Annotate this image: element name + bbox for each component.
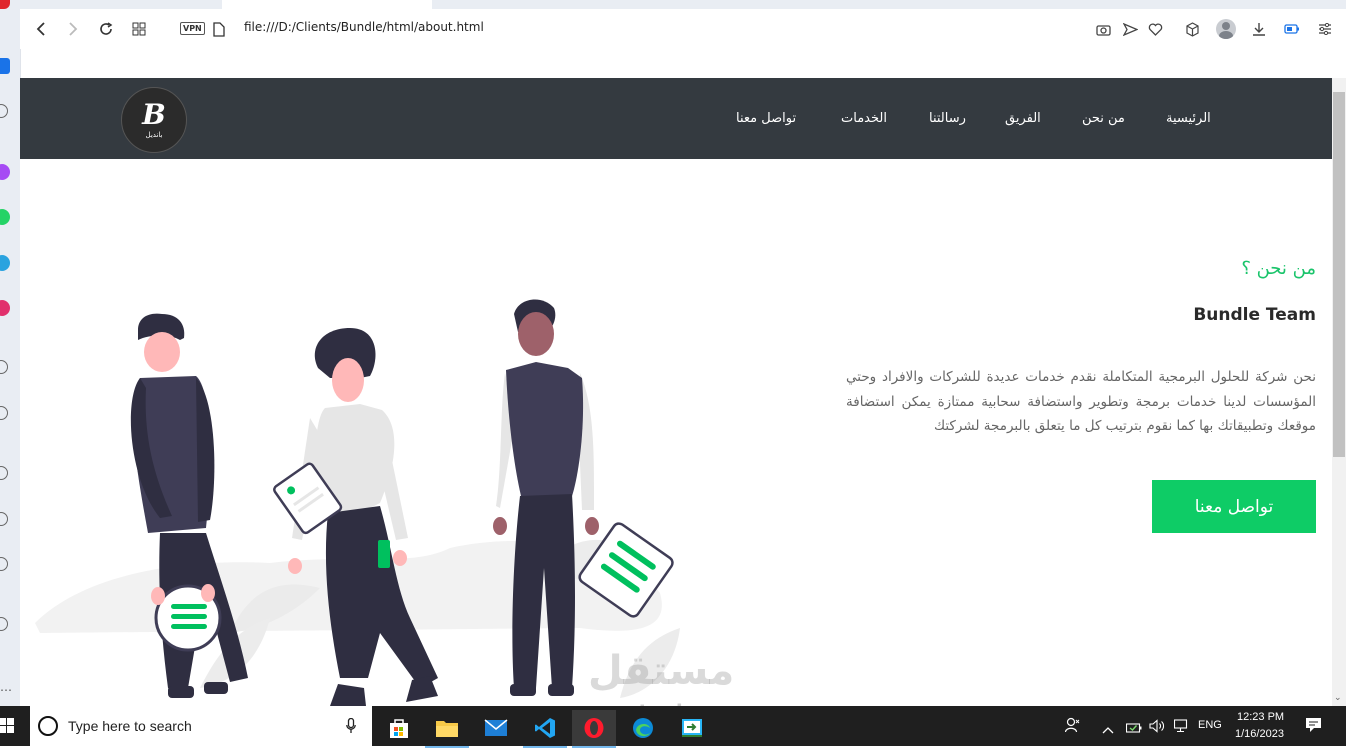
back-icon[interactable] [30,18,52,40]
network-icon[interactable] [1173,718,1190,737]
scroll-down-arrow-icon[interactable]: ⌄ [1334,693,1342,703]
tabs-grid-icon[interactable] [128,18,150,40]
messenger-icon[interactable] [0,164,10,180]
camera-icon[interactable] [1092,18,1114,40]
edge-browser-icon[interactable] [621,710,665,746]
about-description: نحن شركة للحلول البرمجية المتكاملة نقدم … [846,369,1316,434]
vscode-icon[interactable] [523,710,567,748]
man-left-figure [130,313,248,698]
volume-icon[interactable] [1149,718,1165,737]
nav-link-services[interactable]: الخدمات [841,111,887,126]
mail-icon[interactable] [474,710,518,746]
logo-letter: B [142,97,166,131]
battery-saver-icon[interactable] [1281,18,1303,40]
home-icon[interactable] [0,58,10,74]
about-subtitle: من نحن ؟ [1241,258,1316,279]
whatsapp-icon[interactable] [0,209,10,225]
profile-avatar[interactable] [1215,18,1237,40]
scrollbar-thumb[interactable] [1333,92,1345,457]
browser-sidebar: … [0,0,21,706]
nav-link-mission[interactable]: رسالتنا [929,111,966,126]
taskbar-search-placeholder: Type here to search [68,718,192,734]
team-illustration [35,299,680,706]
heart-icon[interactable] [1144,18,1166,40]
taskbar-search-box[interactable]: Type here to search [30,706,372,746]
easy-setup-icon[interactable] [1314,18,1336,40]
contact-us-button[interactable]: تواصل معنا [1152,480,1316,533]
input-language[interactable]: ENG [1198,719,1222,731]
web-page: B بانديل الرئيسية من نحن الفريق رسالتنا … [20,78,1332,706]
logo-text: بانديل [145,130,163,139]
show-hidden-icons-chevron-icon[interactable] [1102,719,1114,738]
player-icon[interactable] [0,360,8,374]
site-navbar: B بانديل الرئيسية من نحن الفريق رسالتنا … [20,78,1332,159]
woman-middle-figure [273,328,438,706]
heart-icon[interactable] [0,466,8,480]
nav-link-about[interactable]: من نحن [1082,111,1125,126]
settings-icon[interactable] [0,557,8,571]
send-icon[interactable] [0,406,8,420]
download-icon[interactable] [1248,18,1270,40]
remote-app-icon[interactable] [670,710,714,746]
clock-time[interactable]: 12:23 PM [1237,711,1284,723]
nav-link-contact[interactable]: تواصل معنا [736,111,796,126]
history-icon[interactable] [0,512,8,526]
notifications-icon[interactable] [1305,717,1322,737]
battery-icon[interactable] [1125,719,1142,738]
vpn-badge[interactable]: VPN [180,22,205,35]
microsoft-store-icon[interactable] [377,710,421,746]
file-explorer-icon[interactable] [425,710,469,748]
cube-icon[interactable] [1181,18,1203,40]
nav-link-home[interactable]: الرئيسية [1166,111,1211,126]
file-icon [208,18,230,40]
more-icon[interactable]: … [0,680,12,694]
forward-icon[interactable] [62,18,84,40]
microphone-icon[interactable] [346,717,356,738]
reload-icon[interactable] [95,18,117,40]
people-icon[interactable] [1064,717,1081,737]
search-icon [38,716,58,736]
star-icon[interactable] [0,104,8,118]
tab-strip [20,0,1346,9]
active-tab[interactable] [222,0,432,9]
site-logo[interactable]: B بانديل [121,87,187,153]
telegram-icon[interactable] [0,255,10,271]
windows-taskbar: Type here to search ENG 12:23 PM 1/16/20 [0,706,1346,748]
send-icon[interactable] [1119,18,1141,40]
address-bar[interactable]: file:///D:/Clients/Bundle/html/about.htm… [244,20,484,34]
windows-start-icon[interactable] [0,718,14,738]
opera-browser-icon[interactable] [572,710,616,748]
clock-date[interactable]: 1/16/2023 [1235,728,1284,740]
man-right-figure [493,299,674,696]
lightbulb-icon[interactable] [0,617,8,631]
instagram-icon[interactable] [0,300,10,316]
watermark-logo: مستقل [588,648,735,694]
nav-link-team[interactable]: الفريق [1005,111,1041,126]
about-title: Bundle Team [1193,305,1316,325]
